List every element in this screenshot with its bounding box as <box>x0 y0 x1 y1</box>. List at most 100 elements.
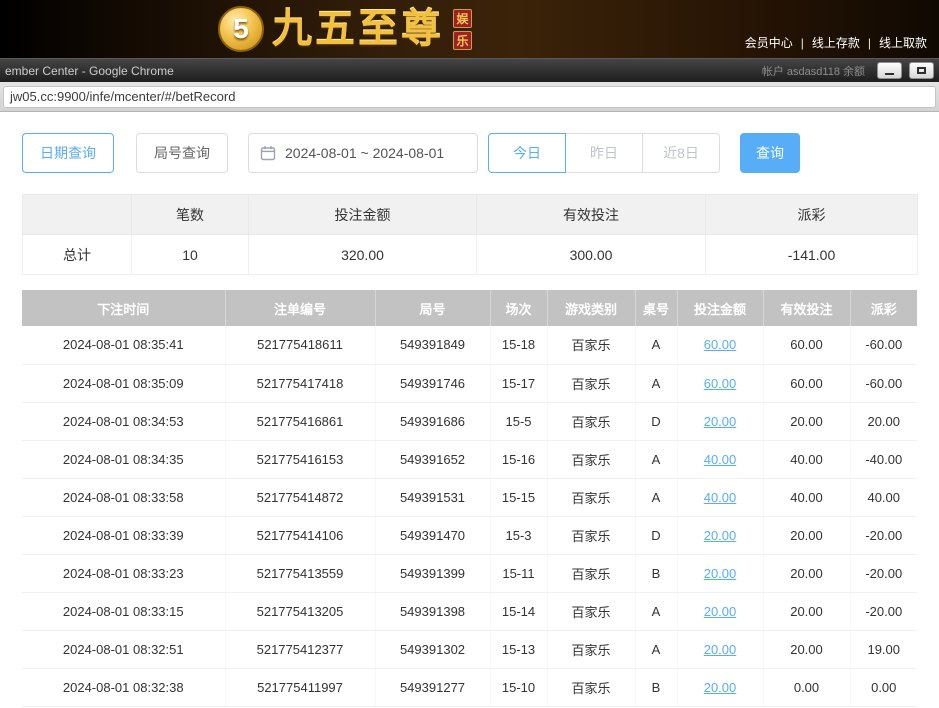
bet-slip-number-cell: 521775414872 <box>225 478 375 516</box>
game-type-cell: 百家乐 <box>547 554 635 592</box>
payout-cell: -20.00 <box>850 554 917 592</box>
bet-amount-link[interactable]: 20.00 <box>704 414 737 429</box>
game-type-cell: 百家乐 <box>547 326 635 364</box>
session-cell: 15-17 <box>490 364 547 402</box>
maximize-button[interactable] <box>909 62 934 79</box>
session-cell: 15-16 <box>490 440 547 478</box>
bet-amount-link[interactable]: 20.00 <box>704 528 737 543</box>
bet-amount-cell: 20.00 <box>677 554 763 592</box>
logo-badges: 娱乐 <box>453 9 472 50</box>
session-cell: 15-18 <box>490 326 547 364</box>
browser-titlebar: ember Center - Google Chrome 帐户 asdasd11… <box>0 58 939 82</box>
logo-badge: 乐 <box>453 31 472 50</box>
bet-slip-number-cell: 521775412377 <box>225 630 375 668</box>
bet-amount-cell: 20.00 <box>677 516 763 554</box>
summary-column-header: 投注金额 <box>249 195 477 235</box>
logo-badge: 娱 <box>453 9 472 28</box>
bet-amount-link[interactable]: 40.00 <box>704 452 737 467</box>
round-query-tab[interactable]: 局号查询 <box>136 133 228 173</box>
address-bar[interactable]: jw05.cc:9900/infe/mcenter/#/betRecord <box>3 86 936 108</box>
bet-amount-link[interactable]: 20.00 <box>704 680 737 695</box>
quick-range-today[interactable]: 今日 <box>488 133 566 173</box>
records-column-header: 投注金额 <box>677 290 763 326</box>
records-column-header: 有效投注 <box>763 290 850 326</box>
table-row: 2024-08-01 08:32:38521775411997549391277… <box>22 668 917 706</box>
bet-amount-link[interactable]: 60.00 <box>704 376 737 391</box>
bet-slip-number-cell: 521775414106 <box>225 516 375 554</box>
table-row: 2024-08-01 08:33:23521775413559549391399… <box>22 554 917 592</box>
summary-cell: -141.00 <box>706 235 918 275</box>
quick-range-yesterday[interactable]: 昨日 <box>565 133 643 173</box>
valid-bet-cell: 20.00 <box>763 516 850 554</box>
table-row: 2024-08-01 08:34:53521775416861549391686… <box>22 402 917 440</box>
summary-column-header <box>23 195 132 235</box>
table-number-cell: A <box>635 440 677 478</box>
game-type-cell: 百家乐 <box>547 668 635 706</box>
valid-bet-cell: 40.00 <box>763 440 850 478</box>
session-cell: 15-15 <box>490 478 547 516</box>
records-tbody: 2024-08-01 08:35:41521775418611549391849… <box>22 326 917 706</box>
quick-range-last-8-days[interactable]: 近8日 <box>642 133 720 173</box>
payout-cell: -20.00 <box>850 516 917 554</box>
date-query-tab[interactable]: 日期查询 <box>22 133 114 173</box>
table-row: 2024-08-01 08:35:41521775418611549391849… <box>22 326 917 364</box>
valid-bet-cell: 40.00 <box>763 478 850 516</box>
page-content: 日期查询 局号查询 2024-08-01 ~ 2024-08-01 今日昨日近8… <box>0 112 939 707</box>
bet-amount-link[interactable]: 20.00 <box>704 604 737 619</box>
records-column-header: 注单编号 <box>225 290 375 326</box>
date-range-input[interactable]: 2024-08-01 ~ 2024-08-01 <box>248 133 478 173</box>
records-column-header: 场次 <box>490 290 547 326</box>
table-row: 2024-08-01 08:33:15521775413205549391398… <box>22 592 917 630</box>
records-column-header: 下注时间 <box>22 290 225 326</box>
bet-time-cell: 2024-08-01 08:32:38 <box>22 668 225 706</box>
table-number-cell: A <box>635 326 677 364</box>
game-type-cell: 百家乐 <box>547 440 635 478</box>
session-cell: 15-10 <box>490 668 547 706</box>
valid-bet-cell: 20.00 <box>763 630 850 668</box>
bet-amount-link[interactable]: 40.00 <box>704 490 737 505</box>
records-column-header: 局号 <box>375 290 490 326</box>
nav-link-0[interactable]: 会员中心 <box>743 36 795 50</box>
search-button[interactable]: 查询 <box>740 133 800 173</box>
logo-title: 九五至尊 <box>272 5 444 53</box>
nav-link-1[interactable]: 线上存款 <box>810 36 862 50</box>
date-range-value: 2024-08-01 ~ 2024-08-01 <box>285 145 444 161</box>
minimize-icon <box>885 73 894 75</box>
summary-column-header: 笔数 <box>132 195 249 235</box>
table-row: 2024-08-01 08:33:39521775414106549391470… <box>22 516 917 554</box>
bet-time-cell: 2024-08-01 08:33:58 <box>22 478 225 516</box>
records-column-header: 派彩 <box>850 290 917 326</box>
bet-time-cell: 2024-08-01 08:35:41 <box>22 326 225 364</box>
valid-bet-cell: 60.00 <box>763 326 850 364</box>
bet-time-cell: 2024-08-01 08:33:15 <box>22 592 225 630</box>
payout-cell: 19.00 <box>850 630 917 668</box>
bet-amount-cell: 60.00 <box>677 326 763 364</box>
bet-amount-link[interactable]: 20.00 <box>704 642 737 657</box>
bet-amount-link[interactable]: 20.00 <box>704 566 737 581</box>
bet-time-cell: 2024-08-01 08:35:09 <box>22 364 225 402</box>
payout-cell: -40.00 <box>850 440 917 478</box>
minimize-button[interactable] <box>877 62 902 79</box>
site-header: 5 九五至尊 娱乐 会员中心|线上存款|线上取款 <box>0 0 939 58</box>
nav-link-2[interactable]: 线上取款 <box>877 36 929 50</box>
table-number-cell: A <box>635 364 677 402</box>
bet-slip-number-cell: 521775417418 <box>225 364 375 402</box>
records-header-row: 下注时间注单编号局号场次游戏类别桌号投注金额有效投注派彩 <box>22 290 917 326</box>
table-row: 2024-08-01 08:34:35521775416153549391652… <box>22 440 917 478</box>
summary-table: 笔数投注金额有效投注派彩 总计10320.00300.00-141.00 <box>22 194 918 275</box>
bet-slip-number-cell: 521775416153 <box>225 440 375 478</box>
bet-slip-number-cell: 521775411997 <box>225 668 375 706</box>
payout-cell: 0.00 <box>850 668 917 706</box>
nav-separator: | <box>868 36 871 50</box>
table-row: 2024-08-01 08:33:58521775414872549391531… <box>22 478 917 516</box>
valid-bet-cell: 20.00 <box>763 402 850 440</box>
payout-cell: 20.00 <box>850 402 917 440</box>
bet-amount-cell: 20.00 <box>677 402 763 440</box>
bet-amount-cell: 20.00 <box>677 592 763 630</box>
bet-amount-link[interactable]: 60.00 <box>704 337 737 352</box>
round-number-cell: 549391277 <box>375 668 490 706</box>
bet-amount-cell: 20.00 <box>677 668 763 706</box>
maximize-icon <box>917 67 926 74</box>
round-number-cell: 549391470 <box>375 516 490 554</box>
valid-bet-cell: 20.00 <box>763 554 850 592</box>
